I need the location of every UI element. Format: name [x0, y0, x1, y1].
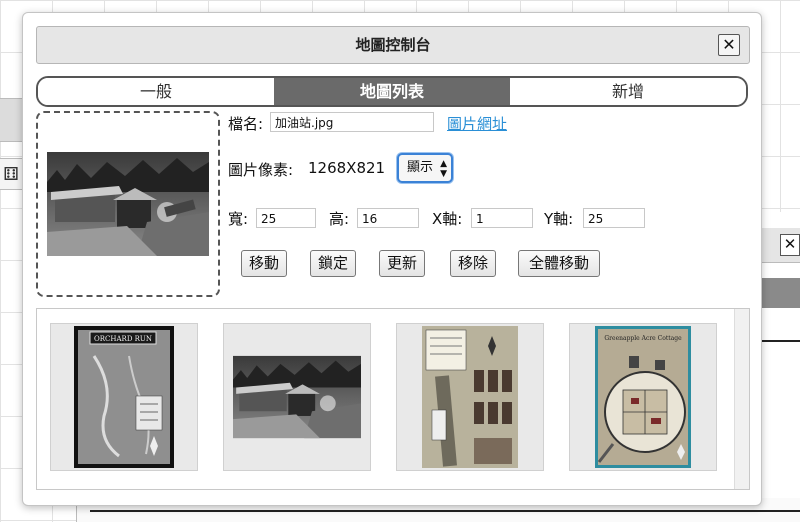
- thumbnail-orchard-run[interactable]: ORCHARD RUN: [50, 323, 198, 471]
- thumbnail-street-town[interactable]: [396, 323, 544, 471]
- display-select-value: 顯示: [407, 160, 434, 175]
- tab-general[interactable]: 一般: [38, 78, 274, 105]
- display-select[interactable]: 顯示 ▲ ▼: [397, 153, 453, 183]
- x-axis-input[interactable]: 1: [471, 208, 533, 228]
- background-divider: [762, 340, 800, 342]
- height-input[interactable]: 16: [357, 208, 419, 228]
- y-axis-label: Y軸:: [544, 210, 574, 228]
- background-dark-bar: [758, 278, 800, 308]
- pixels-value: 1268X821: [308, 159, 386, 177]
- filename-input[interactable]: 加油站.jpg: [270, 112, 434, 132]
- cottage-caption: Greenapple Acre Cottage: [604, 335, 682, 342]
- thumbnail-gas-station[interactable]: [223, 323, 371, 471]
- height-label: 高:: [329, 210, 350, 228]
- map-gallery: ORCHARD RUN Greenapple Acre Cottage: [36, 308, 750, 490]
- move-all-button[interactable]: 全體移動: [518, 250, 600, 277]
- width-input[interactable]: 25: [256, 208, 316, 228]
- lock-button[interactable]: 鎖定: [310, 250, 356, 277]
- dialog-title: 地圖控制台: [355, 36, 431, 54]
- tab-bar: 一般 地圖列表 新增: [36, 76, 748, 107]
- close-icon[interactable]: ✕: [718, 34, 740, 56]
- filename-label: 檔名:: [228, 115, 264, 133]
- tab-map-list[interactable]: 地圖列表: [274, 78, 510, 105]
- remove-button[interactable]: 移除: [450, 250, 496, 277]
- street-town-map-image: [422, 326, 518, 468]
- y-axis-input[interactable]: 25: [583, 208, 645, 228]
- x-axis-label: X軸:: [432, 210, 463, 228]
- dialog-titlebar[interactable]: 地圖控制台 ✕: [36, 26, 750, 64]
- gas-station-preview-image: [47, 152, 209, 256]
- move-button[interactable]: 移動: [241, 250, 287, 277]
- width-label: 寬:: [228, 210, 249, 228]
- orchard-run-caption: ORCHARD RUN: [94, 335, 152, 343]
- select-arrows-icon: ▲ ▼: [440, 159, 447, 179]
- orchard-run-map-image: ORCHARD RUN: [74, 326, 174, 468]
- gas-station-map-image: [233, 355, 361, 439]
- pixels-label: 圖片像素:: [228, 161, 294, 179]
- cottage-map-image: Greenapple Acre Cottage: [595, 326, 691, 468]
- background-divider-bottom: [90, 510, 800, 512]
- background-close-icon[interactable]: ✕: [780, 234, 800, 256]
- map-preview: [36, 111, 220, 297]
- map-console-dialog: 地圖控制台 ✕ 一般 地圖列表 新增 檔名: 加油站.jpg 圖片網址 圖片像素…: [22, 12, 762, 506]
- image-url-link[interactable]: 圖片網址: [447, 113, 507, 134]
- tab-add-new[interactable]: 新增: [510, 78, 746, 105]
- update-button[interactable]: 更新: [379, 250, 425, 277]
- dice-icon[interactable]: ⚅: [0, 158, 23, 190]
- gallery-scrollbar[interactable]: [734, 309, 749, 489]
- thumbnail-cottage[interactable]: Greenapple Acre Cottage: [569, 323, 717, 471]
